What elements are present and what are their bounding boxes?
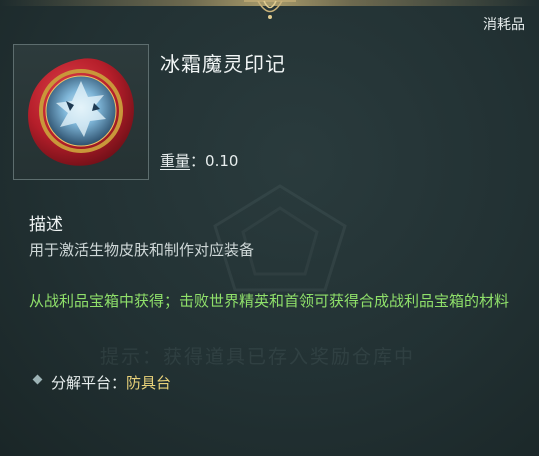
top-ornament-icon <box>244 0 296 19</box>
bullet-diamond-icon <box>32 374 43 385</box>
item-category-label: 消耗品 <box>483 17 525 33</box>
dismantle-value: 防具台 <box>126 374 172 392</box>
item-name: 冰霜魔灵印记 <box>160 52 286 76</box>
item-description: 用于激活生物皮肤和制作对应装备 <box>29 241 255 259</box>
item-weight: 重量：0.10 <box>160 150 238 171</box>
background-emblem-icon <box>213 184 347 292</box>
weight-value: 0.10 <box>205 152 239 170</box>
weight-label: 重量 <box>160 152 191 170</box>
item-icon-frame <box>13 44 149 180</box>
description-heading: 描述 <box>29 215 63 235</box>
weight-separator: ： <box>190 152 206 170</box>
reward-hint-watermark: 提示：获得道具已存入奖励仓库中 <box>100 346 416 368</box>
frost-seal-icon <box>28 58 134 166</box>
dismantle-label: 分解平台： <box>51 374 127 392</box>
item-source-text: 从战利品宝箱中获得；击败世界精英和首领可获得合成战利品宝箱的材料 <box>29 292 510 310</box>
dismantle-platform: 分解平台： 防具台 <box>32 372 172 393</box>
